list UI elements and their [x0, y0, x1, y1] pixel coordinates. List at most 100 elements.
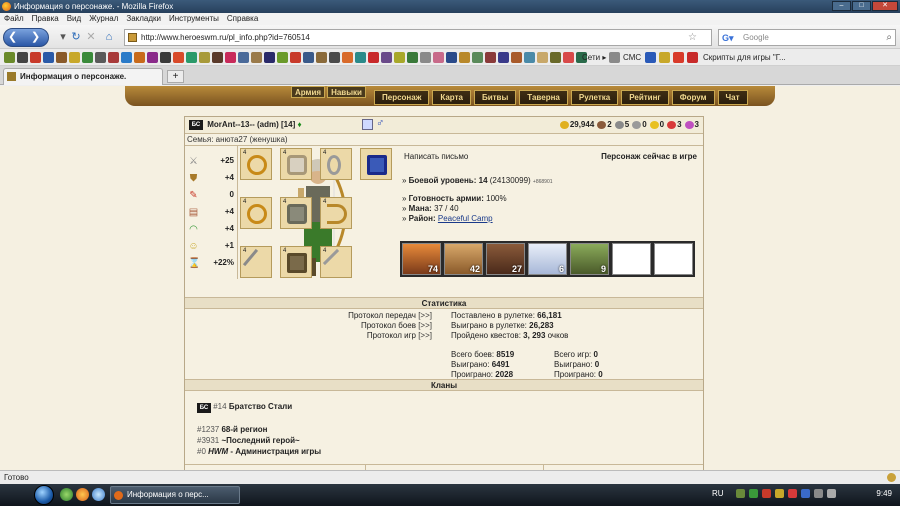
equip-slot-book[interactable]: [360, 148, 392, 180]
menu-bookmarks[interactable]: Закладки: [126, 13, 161, 25]
bookmark-icon[interactable]: [550, 52, 561, 63]
bookmark-sms[interactable]: СМС: [623, 52, 641, 63]
bookmark-scripts[interactable]: Скрипты для игры "Г...: [703, 52, 786, 63]
bookmark-icon[interactable]: [407, 52, 418, 63]
nav-character[interactable]: Персонаж: [374, 90, 430, 105]
protocol-games-link[interactable]: [>>]: [418, 331, 432, 340]
equip-slot-weapon[interactable]: 4: [240, 246, 272, 278]
army-unit[interactable]: 42: [444, 243, 483, 275]
clan-badge-icon[interactable]: БС: [197, 403, 211, 413]
bookmark-icon[interactable]: [446, 52, 457, 63]
bookmark-icon[interactable]: [485, 52, 496, 63]
bookmark-icon[interactable]: [355, 52, 366, 63]
bookmark-icon[interactable]: [511, 52, 522, 63]
bookmark-icon[interactable]: [472, 52, 483, 63]
equip-slot-boots[interactable]: 4: [280, 246, 312, 278]
back-arrow-icon[interactable]: ❮: [8, 30, 17, 45]
search-icon[interactable]: ⌕: [886, 30, 892, 45]
bookmark-icon[interactable]: [368, 52, 379, 63]
bookmark-icon[interactable]: [433, 52, 444, 63]
maximize-button[interactable]: □: [852, 1, 871, 11]
bookmark-icon[interactable]: [329, 52, 340, 63]
bookmark-icon[interactable]: [277, 52, 288, 63]
network-icon[interactable]: [814, 489, 823, 498]
bookmark-icon[interactable]: [498, 52, 509, 63]
bookmark-icon[interactable]: [95, 52, 106, 63]
equip-slot-ring2[interactable]: 4: [240, 197, 272, 229]
url-bar[interactable]: http://www.heroeswm.ru/pl_info.php?id=76…: [124, 29, 712, 46]
bookmark-icon[interactable]: [264, 52, 275, 63]
search-bar[interactable]: G▾ Google ⌕: [718, 29, 896, 46]
bookmark-icon[interactable]: [303, 52, 314, 63]
menu-view[interactable]: Вид: [67, 13, 81, 25]
minimize-button[interactable]: –: [832, 1, 851, 11]
army-unit[interactable]: 74: [402, 243, 441, 275]
bookmark-icon[interactable]: [121, 52, 132, 63]
close-button[interactable]: ✕: [872, 1, 898, 11]
clan-main-link[interactable]: Братство Стали: [229, 402, 292, 411]
tray-icon[interactable]: [775, 489, 784, 498]
bookmark-icon[interactable]: [160, 52, 171, 63]
bookmark-icon[interactable]: [134, 52, 145, 63]
start-button[interactable]: [34, 485, 54, 505]
bookmark-icon[interactable]: [609, 52, 620, 63]
equip-slot-bow[interactable]: 4: [320, 197, 352, 229]
bookmark-icon[interactable]: [30, 52, 41, 63]
bookmark-icon[interactable]: [645, 52, 656, 63]
menu-history[interactable]: Журнал: [89, 13, 118, 25]
nav-map[interactable]: Карта: [432, 90, 471, 105]
forward-arrow-icon[interactable]: ❯: [31, 30, 40, 45]
firefox-quicklaunch-icon[interactable]: [76, 488, 89, 501]
equip-slot-dagger[interactable]: 4: [320, 246, 352, 278]
army-unit[interactable]: 27: [486, 243, 525, 275]
clock[interactable]: 9:49: [876, 489, 892, 498]
equip-slot-amulet[interactable]: 4: [320, 148, 352, 180]
protocol-battles-link[interactable]: [>>]: [418, 321, 432, 330]
bookmark-seti[interactable]: Сети ▸: [582, 52, 606, 63]
bookmark-icon[interactable]: [459, 52, 470, 63]
tray-icon[interactable]: [788, 489, 797, 498]
clan-link[interactable]: - Администрация игры: [230, 447, 321, 456]
bookmark-icon[interactable]: [199, 52, 210, 63]
bookmark-icon[interactable]: [342, 52, 353, 63]
reload-icon[interactable]: ↻: [69, 30, 83, 44]
dropdown-arrow-icon[interactable]: ▾: [56, 30, 70, 44]
nav-chat[interactable]: Чат: [717, 90, 748, 105]
bookmark-icon[interactable]: [687, 52, 698, 63]
tray-icon[interactable]: [749, 489, 758, 498]
bookmark-icon[interactable]: [108, 52, 119, 63]
clan-link[interactable]: 68-й регион: [221, 425, 267, 434]
bookmark-icon[interactable]: [251, 52, 262, 63]
nav-forum[interactable]: Форум: [671, 90, 715, 105]
bookmark-icon[interactable]: [173, 52, 184, 63]
bookmark-icon[interactable]: [147, 52, 158, 63]
write-letter-link[interactable]: Написать письмо: [404, 152, 468, 161]
bookmark-icon[interactable]: [563, 52, 574, 63]
army-unit[interactable]: 6: [528, 243, 567, 275]
bookmark-icon[interactable]: [82, 52, 93, 63]
equip-slot-ring[interactable]: 4: [240, 148, 272, 180]
army-unit[interactable]: 9: [570, 243, 609, 275]
bookmark-icon[interactable]: [394, 52, 405, 63]
tab-character-info[interactable]: Информация о персонаже.: [3, 68, 163, 85]
new-tab-button[interactable]: +: [167, 70, 184, 83]
equip-slot-helmet[interactable]: 4: [280, 148, 312, 180]
clan-badge-icon[interactable]: БС: [189, 120, 203, 130]
district-link[interactable]: Peaceful Camp: [438, 214, 493, 223]
bookmark-icon[interactable]: [673, 52, 684, 63]
home-icon[interactable]: ⌂: [102, 30, 116, 44]
menu-file[interactable]: Файл: [4, 13, 24, 25]
bookmark-icon[interactable]: [69, 52, 80, 63]
taskbar-firefox-window[interactable]: Информация о перс...: [110, 486, 240, 504]
bookmark-icon[interactable]: [290, 52, 301, 63]
nav-tavern[interactable]: Таверна: [519, 90, 568, 105]
nav-skills[interactable]: Навыки: [327, 86, 366, 98]
bookmark-icon[interactable]: [238, 52, 249, 63]
menu-tools[interactable]: Инструменты: [169, 13, 219, 25]
quicklaunch-icon[interactable]: [60, 488, 73, 501]
bookmark-icon[interactable]: [420, 52, 431, 63]
bookmark-icon[interactable]: [537, 52, 548, 63]
bookmark-icon[interactable]: [43, 52, 54, 63]
clan-link[interactable]: ~Последний герой~: [221, 436, 299, 445]
bookmark-icon[interactable]: [659, 52, 670, 63]
